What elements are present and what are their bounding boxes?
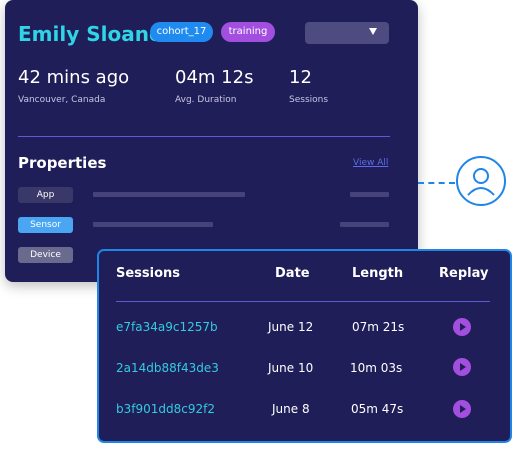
stat-sessions-label: Sessions bbox=[289, 95, 329, 105]
play-icon[interactable] bbox=[453, 318, 471, 336]
stat-avg-duration-value: 04m 12s bbox=[175, 67, 254, 88]
property-app-bar bbox=[93, 192, 245, 197]
property-sensor[interactable]: Sensor bbox=[18, 217, 73, 233]
header-length: Length bbox=[352, 266, 404, 281]
play-icon[interactable] bbox=[453, 400, 471, 418]
profile-dropdown[interactable] bbox=[305, 22, 389, 44]
stat-location-label: Vancouver, Canada bbox=[18, 95, 106, 105]
user-name: Emily Sloane bbox=[18, 22, 163, 46]
session-id-link[interactable]: b3f901dd8c92f2 bbox=[116, 402, 215, 416]
view-all-link[interactable]: View All bbox=[353, 158, 388, 168]
tag-training[interactable]: training bbox=[221, 22, 275, 42]
session-date: June 8 bbox=[272, 402, 310, 416]
user-icon bbox=[456, 156, 506, 206]
session-date: June 12 bbox=[268, 320, 314, 334]
tag-cohort[interactable]: cohort_17 bbox=[150, 22, 213, 42]
session-id-link[interactable]: 2a14db88f43de3 bbox=[116, 361, 219, 375]
header-sessions: Sessions bbox=[116, 266, 181, 281]
table-divider bbox=[116, 301, 490, 302]
stat-sessions-value: 12 bbox=[289, 67, 312, 88]
session-length: 05m 47s bbox=[351, 402, 404, 416]
property-sensor-bar bbox=[93, 222, 213, 227]
session-length: 10m 03s bbox=[350, 361, 403, 375]
caret-down-icon bbox=[369, 28, 377, 35]
property-sensor-value-bar bbox=[340, 222, 389, 227]
property-device[interactable]: Device bbox=[18, 247, 73, 263]
header-date: Date bbox=[275, 266, 310, 281]
header-replay: Replay bbox=[439, 266, 489, 281]
connector-line bbox=[418, 182, 455, 184]
divider bbox=[18, 136, 390, 137]
property-app[interactable]: App bbox=[18, 187, 73, 203]
session-length: 07m 21s bbox=[352, 320, 405, 334]
play-icon[interactable] bbox=[453, 358, 471, 376]
session-id-link[interactable]: e7fa34a9c1257b bbox=[116, 320, 218, 334]
stat-avg-duration-label: Avg. Duration bbox=[175, 95, 237, 105]
properties-title: Properties bbox=[18, 154, 107, 172]
stat-last-seen-value: 42 mins ago bbox=[18, 67, 130, 88]
session-date: June 10 bbox=[268, 361, 314, 375]
property-app-value-bar bbox=[350, 192, 389, 197]
